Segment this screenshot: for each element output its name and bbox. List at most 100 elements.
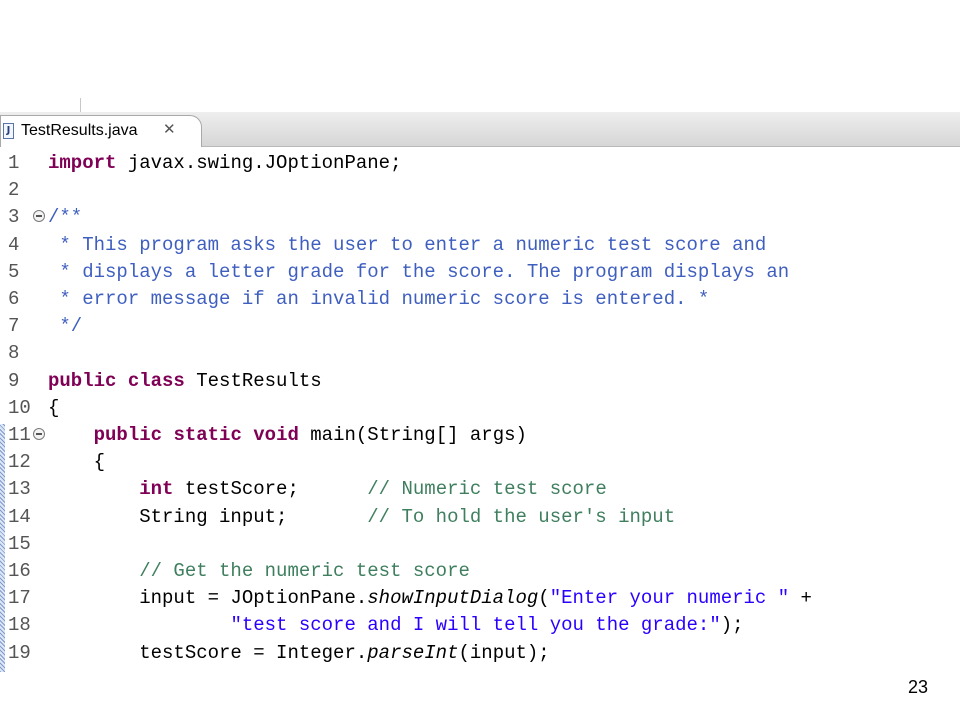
code-text: import javax.swing.JOptionPane; <box>48 150 401 177</box>
code-token: TestResults <box>184 369 322 392</box>
line-number: 10 <box>8 396 31 419</box>
close-icon[interactable]: ✕ <box>163 120 176 138</box>
code-token: */ <box>48 315 83 338</box>
code-token: public <box>48 369 117 392</box>
code-line[interactable]: 11 public static void main(String[] args… <box>0 422 960 449</box>
code-line[interactable]: 12 { <box>0 449 960 476</box>
line-number: 19 <box>8 641 31 664</box>
code-token: input = JOptionPane. <box>48 587 368 610</box>
line-number: 17 <box>8 587 31 610</box>
code-token: // Numeric test score <box>367 478 607 501</box>
line-number: 15 <box>8 532 31 555</box>
line-number: 5 <box>8 260 20 283</box>
fold-collapse-icon[interactable] <box>33 210 45 223</box>
code-line[interactable]: 6 * error message if an invalid numeric … <box>0 286 960 313</box>
code-token: "Enter your numeric " <box>549 587 790 610</box>
line-number: 13 <box>8 478 31 501</box>
code-token: showInputDialog <box>367 587 539 610</box>
code-line[interactable]: 4 * This program asks the user to enter … <box>0 232 960 259</box>
line-number: 4 <box>8 233 20 256</box>
code-token: ( <box>538 587 550 610</box>
code-line[interactable]: 8 <box>0 340 960 367</box>
line-number: 6 <box>8 288 20 310</box>
tab-label: TestResults.java <box>21 122 138 139</box>
code-area[interactable]: 1 import javax.swing.JOptionPane; 2 3 /** 4 *… <box>0 150 960 672</box>
code-token: public <box>93 424 163 446</box>
code-token: class <box>127 369 185 392</box>
code-line[interactable]: 18 "test score and I will tell you the g… <box>0 612 960 639</box>
line-number: 3 <box>8 206 20 229</box>
code-token: testScore = Integer. <box>48 641 368 664</box>
code-line[interactable]: 10 { <box>0 395 960 422</box>
code-token: /** <box>48 206 83 229</box>
code-line[interactable]: 5 * displays a letter grade for the scor… <box>0 259 960 286</box>
code-text: "test score and I will tell you the grad… <box>48 612 744 639</box>
code-text: { <box>48 395 59 422</box>
code-text: /** <box>48 204 82 231</box>
code-text: * error message if an invalid numeric sc… <box>48 286 709 313</box>
code-editor[interactable]: J TestResults.java ✕ 1 import javax.swing… <box>0 98 960 672</box>
code-token: { <box>48 451 106 474</box>
code-token: testScore; <box>173 478 368 501</box>
code-line[interactable]: 9 public class TestResults <box>0 368 960 395</box>
line-number: 12 <box>8 451 31 474</box>
code-token: ); <box>720 614 744 637</box>
code-token: int <box>139 478 174 501</box>
code-text: testScore = Integer.parseInt(input); <box>48 640 550 667</box>
code-text: // Get the numeric test score <box>48 558 470 585</box>
tab-testresults-java[interactable]: J TestResults.java ✕ <box>0 115 202 147</box>
editor-tab-bar: J TestResults.java ✕ <box>0 98 960 147</box>
java-file-icon: J <box>3 123 14 139</box>
line-number: 1 <box>8 152 20 174</box>
code-token: String input; <box>48 505 368 528</box>
code-line[interactable]: 15 <box>0 531 960 558</box>
code-token: * error message if an invalid numeric sc… <box>48 288 710 310</box>
code-token: import <box>48 152 117 174</box>
code-token: * displays a letter grade for the score.… <box>48 260 790 283</box>
code-text: String input; // To hold the user's inpu… <box>48 504 675 531</box>
code-text: public static void main(String[] args) <box>48 422 527 449</box>
toolbar-divider <box>80 98 81 112</box>
slide-page-number: 23 <box>908 677 929 697</box>
line-number: 14 <box>8 505 31 528</box>
code-text: int testScore; // Numeric test score <box>48 476 607 503</box>
line-number: 16 <box>8 560 31 582</box>
code-token: // To hold the user's input <box>367 505 676 528</box>
code-line[interactable]: 1 import javax.swing.JOptionPane; <box>0 150 960 177</box>
code-token: void <box>253 424 299 446</box>
line-number: 9 <box>8 369 20 392</box>
code-token: main(String[] args) <box>298 424 527 446</box>
code-text: input = JOptionPane.showInputDialog("Ent… <box>48 585 812 612</box>
code-token: javax.swing.JOptionPane; <box>116 152 402 174</box>
fold-collapse-icon[interactable] <box>33 428 45 440</box>
code-line[interactable]: 3 /** <box>0 204 960 231</box>
code-line[interactable]: 2 <box>0 177 960 204</box>
code-line[interactable]: 19 testScore = Integer.parseInt(input); <box>0 640 960 667</box>
code-token: { <box>48 396 60 419</box>
code-token: (input); <box>458 641 550 664</box>
code-line[interactable]: 17 input = JOptionPane.showInputDialog("… <box>0 585 960 612</box>
line-number: 18 <box>8 614 31 637</box>
line-number: 8 <box>8 342 20 365</box>
code-token: static <box>173 424 242 446</box>
code-line[interactable]: 16 // Get the numeric test score <box>0 558 960 585</box>
line-number: 7 <box>8 315 20 338</box>
code-line[interactable]: 14 String input; // To hold the user's i… <box>0 504 960 531</box>
code-text: * displays a letter grade for the score.… <box>48 259 789 286</box>
code-token: // Get the numeric test score <box>139 560 470 582</box>
code-line[interactable]: 7 */ <box>0 313 960 340</box>
code-line[interactable]: 13 int testScore; // Numeric test score <box>0 476 960 503</box>
code-token: + <box>789 587 812 610</box>
line-number: 11 <box>8 424 31 446</box>
code-token: parseInt <box>367 641 459 664</box>
code-text: */ <box>48 313 82 340</box>
code-text: public class TestResults <box>48 368 322 395</box>
line-number: 2 <box>8 179 20 202</box>
